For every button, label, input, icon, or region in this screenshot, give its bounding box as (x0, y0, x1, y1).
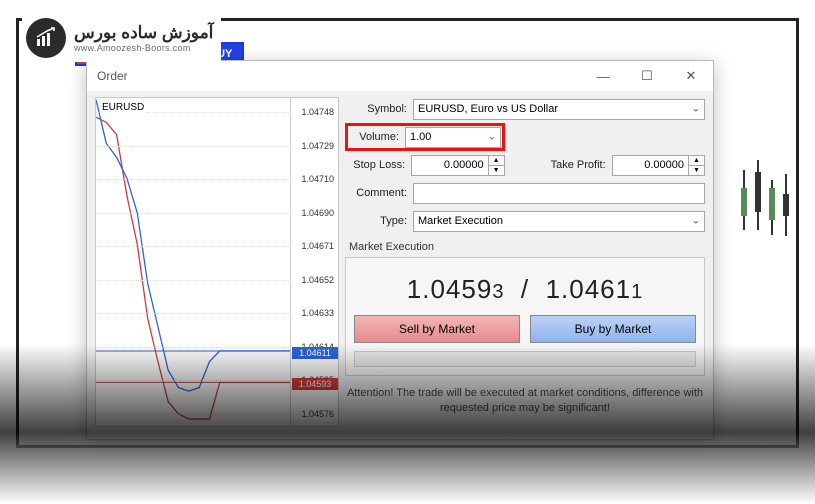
chart-symbol-label: EURUSD (100, 102, 146, 113)
comment-input[interactable] (413, 183, 705, 204)
execution-section-label: Market Execution (349, 241, 705, 253)
minimize-button[interactable]: ― (581, 61, 625, 91)
background-chart (735, 150, 795, 260)
volume-highlight: Volume: 1.00 ⌄ (345, 123, 505, 151)
volume-value: 1.00 (410, 131, 431, 143)
chevron-down-icon[interactable]: ▼ (489, 166, 504, 175)
chevron-down-icon: ⌄ (488, 132, 496, 143)
symbol-select[interactable]: EURUSD, Euro vs US Dollar ⌄ (413, 99, 705, 120)
chevron-down-icon: ⌄ (692, 104, 700, 115)
dialog-titlebar[interactable]: Order ― ☐ ✕ (87, 61, 713, 91)
stoploss-input[interactable] (412, 159, 487, 171)
brand-logo: آموزش ساده بورس www.Amoozesh-Boors.com (22, 14, 221, 62)
dialog-title: Order (97, 69, 128, 83)
brand-badge (26, 18, 66, 58)
close-button[interactable]: ✕ (669, 61, 713, 91)
stoploss-stepper[interactable]: ▲▼ (411, 155, 504, 176)
type-select[interactable]: Market Execution ⌄ (413, 211, 705, 232)
maximize-button[interactable]: ☐ (625, 61, 669, 91)
brand-title: آموزش ساده بورس (74, 23, 213, 43)
symbol-value: EURUSD, Euro vs US Dollar (418, 103, 558, 115)
comment-label: Comment: (345, 187, 413, 199)
takeprofit-input[interactable] (613, 159, 688, 171)
progress-strip (354, 351, 696, 367)
chevron-up-icon[interactable]: ▲ (489, 156, 504, 166)
chevron-down-icon: ⌄ (692, 216, 700, 227)
symbol-label: Symbol: (345, 103, 413, 115)
stoploss-label: Stop Loss: (345, 159, 411, 171)
takeprofit-stepper[interactable]: ▲▼ (612, 155, 705, 176)
execution-panel: 1.04593 / 1.04611 Sell by Market Buy by … (345, 257, 705, 376)
brand-url: www.Amoozesh-Boors.com (74, 43, 213, 53)
takeprofit-label: Take Profit: (540, 159, 612, 171)
volume-select[interactable]: 1.00 ⌄ (405, 127, 501, 148)
sell-by-market-button[interactable]: Sell by Market (354, 315, 520, 343)
price-quote: 1.04593 / 1.04611 (354, 268, 696, 315)
chevron-up-icon[interactable]: ▲ (689, 156, 704, 166)
chevron-down-icon[interactable]: ▼ (689, 166, 704, 175)
order-dialog: Order ― ☐ ✕ EURUSD 1.047481.047291.04710… (86, 60, 714, 440)
buy-by-market-button[interactable]: Buy by Market (530, 315, 696, 343)
execution-warning: Attention! The trade will be executed at… (345, 386, 705, 416)
type-label: Type: (345, 215, 413, 227)
tick-chart: EURUSD 1.047481.047291.047101.046901.046… (95, 97, 339, 427)
volume-label: Volume: (349, 131, 405, 143)
type-value: Market Execution (418, 215, 503, 227)
